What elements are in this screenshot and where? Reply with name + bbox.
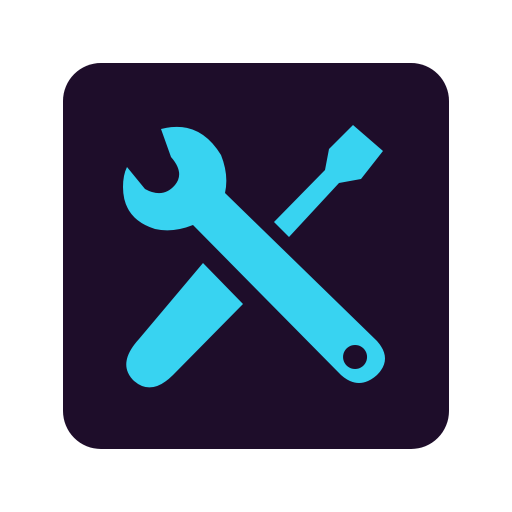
page-stage xyxy=(0,0,512,512)
screwdriver-handle xyxy=(126,263,243,388)
tools-app-icon[interactable] xyxy=(63,63,449,449)
wrench-ring-hole xyxy=(346,347,366,367)
tools-icon xyxy=(123,125,385,388)
screwdriver-shaft xyxy=(274,125,383,237)
